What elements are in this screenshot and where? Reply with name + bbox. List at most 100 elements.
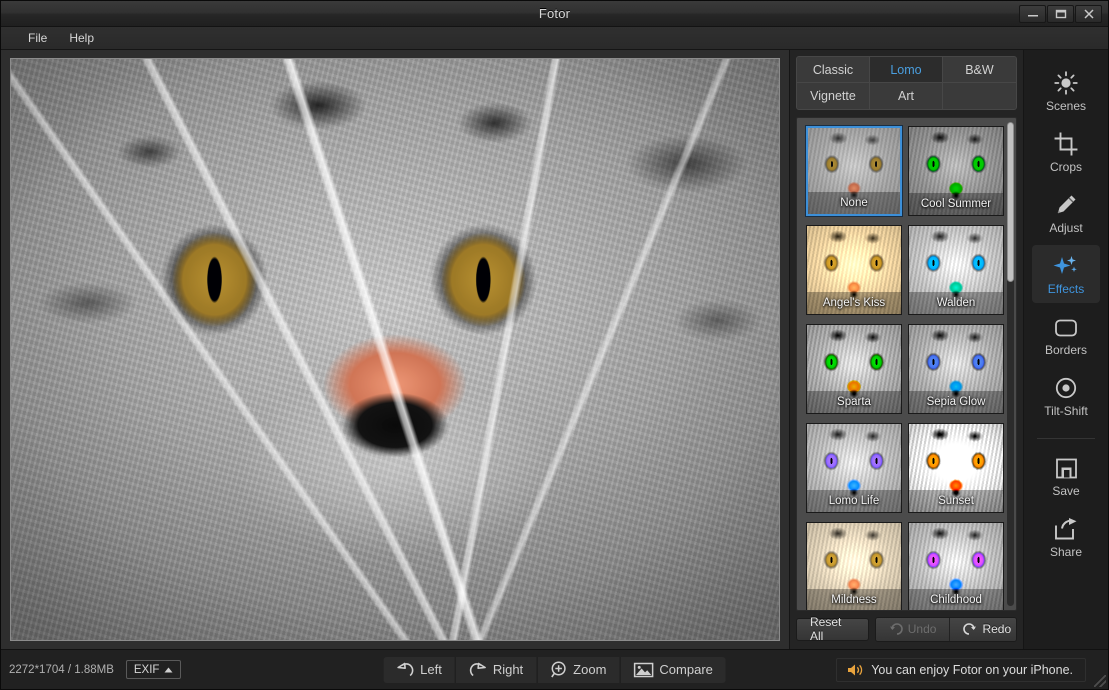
effect-label: Walden — [909, 292, 1003, 314]
effects-grid: None Cool Summer Angel's Kiss Walden — [797, 118, 1016, 611]
minimize-button[interactable] — [1019, 5, 1046, 23]
effects-panel: Classic Lomo B&W Vignette Art None Cool … — [790, 50, 1024, 649]
tool-label: Zoom — [573, 662, 606, 677]
effect-label: Sparta — [807, 391, 901, 413]
crop-icon — [1054, 130, 1078, 156]
effect-label: Sunset — [909, 490, 1003, 512]
rail-label: Effects — [1048, 282, 1084, 296]
exif-button[interactable]: EXIF — [126, 660, 182, 679]
redo-icon — [963, 623, 977, 635]
tab-vignette[interactable]: Vignette — [797, 83, 870, 109]
rail-item-save[interactable]: Save — [1032, 447, 1100, 505]
window-controls — [1019, 5, 1108, 23]
promo-text: You can enjoy Fotor on your iPhone. — [871, 663, 1073, 677]
tool-label: Compare — [659, 662, 712, 677]
effects-grid-container: None Cool Summer Angel's Kiss Walden — [796, 117, 1017, 611]
effect-thumb-walden[interactable]: Walden — [908, 225, 1004, 315]
effect-thumb-sepia-glow[interactable]: Sepia Glow — [908, 324, 1004, 414]
title-bar: Fotor — [1, 1, 1108, 27]
effects-footer: Reset All Undo Redo — [796, 615, 1017, 649]
effects-scrollbar-thumb[interactable] — [1007, 122, 1014, 282]
reset-all-button[interactable]: Reset All — [796, 618, 869, 641]
tab-classic[interactable]: Classic — [797, 57, 870, 83]
rail-item-scenes[interactable]: Scenes — [1032, 62, 1100, 120]
fotor-window: Fotor File Help — [0, 0, 1109, 690]
pencil-icon — [1054, 191, 1078, 217]
effect-thumb-none[interactable]: None — [806, 126, 902, 216]
effect-label: Mildness — [807, 589, 901, 611]
effect-thumb-sparta[interactable]: Sparta — [806, 324, 902, 414]
sparkle-icon — [1053, 252, 1079, 278]
effect-thumb-mildness[interactable]: Mildness — [806, 522, 902, 611]
effect-thumb-lomo-life[interactable]: Lomo Life — [806, 423, 902, 513]
effect-thumb-childhood[interactable]: Childhood — [908, 522, 1004, 611]
tool-rail: Scenes Crops — [1024, 50, 1108, 649]
image-info-text: 2272*1704 / 1.88MB — [9, 664, 114, 676]
rotate-left-icon — [396, 662, 414, 678]
rail-label: Adjust — [1049, 221, 1082, 235]
rail-item-tilt-shift[interactable]: Tilt-Shift — [1032, 367, 1100, 425]
effect-label: Angel's Kiss — [807, 292, 901, 314]
rail-label: Scenes — [1046, 99, 1086, 113]
caret-up-icon — [164, 667, 173, 673]
tab-art[interactable]: Art — [870, 83, 943, 109]
effect-label: Cool Summer — [909, 193, 1003, 215]
close-button[interactable] — [1075, 5, 1102, 23]
window-title: Fotor — [1, 6, 1108, 21]
bottom-bar: 2272*1704 / 1.88MB EXIF Left — [1, 649, 1108, 689]
maximize-button[interactable] — [1047, 5, 1074, 23]
effect-thumb-sunset[interactable]: Sunset — [908, 423, 1004, 513]
rail-item-borders[interactable]: Borders — [1032, 306, 1100, 364]
rail-item-share[interactable]: Share — [1032, 508, 1100, 566]
effect-thumb-cool-summer[interactable]: Cool Summer — [908, 126, 1004, 216]
floppy-icon — [1055, 454, 1078, 480]
speaker-icon — [847, 663, 863, 677]
rail-label: Crops — [1050, 160, 1082, 174]
effect-label: Lomo Life — [807, 490, 901, 512]
redo-button[interactable]: Redo — [950, 618, 1017, 641]
rail-label: Save — [1052, 484, 1079, 498]
effects-scrollbar[interactable] — [1007, 122, 1014, 606]
photo-canvas[interactable] — [1, 50, 790, 649]
rail-divider — [1037, 438, 1095, 439]
canvas-tools: Left Right Zoom — [383, 657, 726, 683]
promo-banner[interactable]: You can enjoy Fotor on your iPhone. — [836, 658, 1086, 682]
tool-label: Left — [420, 662, 442, 677]
share-arrow-icon — [1054, 515, 1078, 541]
undo-button[interactable]: Undo — [876, 618, 951, 641]
maximize-icon — [1055, 9, 1067, 19]
menu-item-file[interactable]: File — [19, 29, 56, 47]
undo-icon — [889, 623, 903, 635]
compare-button[interactable]: Compare — [620, 657, 725, 683]
tab-lomo[interactable]: Lomo — [870, 57, 943, 83]
rail-item-effects[interactable]: Effects — [1032, 245, 1100, 303]
rail-label: Tilt-Shift — [1044, 404, 1088, 418]
undo-redo-group: Undo Redo — [875, 617, 1017, 642]
resize-grip[interactable] — [1094, 675, 1106, 687]
tab-bw[interactable]: B&W — [943, 57, 1016, 83]
rotate-left-button[interactable]: Left — [383, 657, 456, 683]
zoom-plus-icon — [550, 661, 567, 678]
rail-item-crops[interactable]: Crops — [1032, 123, 1100, 181]
sun-icon — [1054, 69, 1078, 95]
rail-label: Share — [1050, 545, 1082, 559]
rail-item-adjust[interactable]: Adjust — [1032, 184, 1100, 242]
main-body: Classic Lomo B&W Vignette Art None Cool … — [1, 50, 1108, 649]
menu-item-help[interactable]: Help — [60, 29, 103, 47]
undo-label: Undo — [908, 622, 937, 636]
rotate-right-button[interactable]: Right — [456, 657, 537, 683]
close-icon — [1083, 9, 1095, 19]
target-icon — [1054, 374, 1078, 400]
effect-label: Childhood — [909, 589, 1003, 611]
rounded-rect-icon — [1054, 313, 1078, 339]
rotate-right-icon — [469, 662, 487, 678]
image-compare-icon — [633, 662, 653, 678]
redo-label: Redo — [982, 622, 1011, 636]
exif-label: EXIF — [134, 664, 160, 676]
photo-frame[interactable] — [10, 58, 780, 641]
tool-label: Right — [493, 662, 523, 677]
effect-label: Sepia Glow — [909, 391, 1003, 413]
menu-bar: File Help — [1, 27, 1108, 50]
zoom-button[interactable]: Zoom — [537, 657, 620, 683]
effect-thumb-angels-kiss[interactable]: Angel's Kiss — [806, 225, 902, 315]
